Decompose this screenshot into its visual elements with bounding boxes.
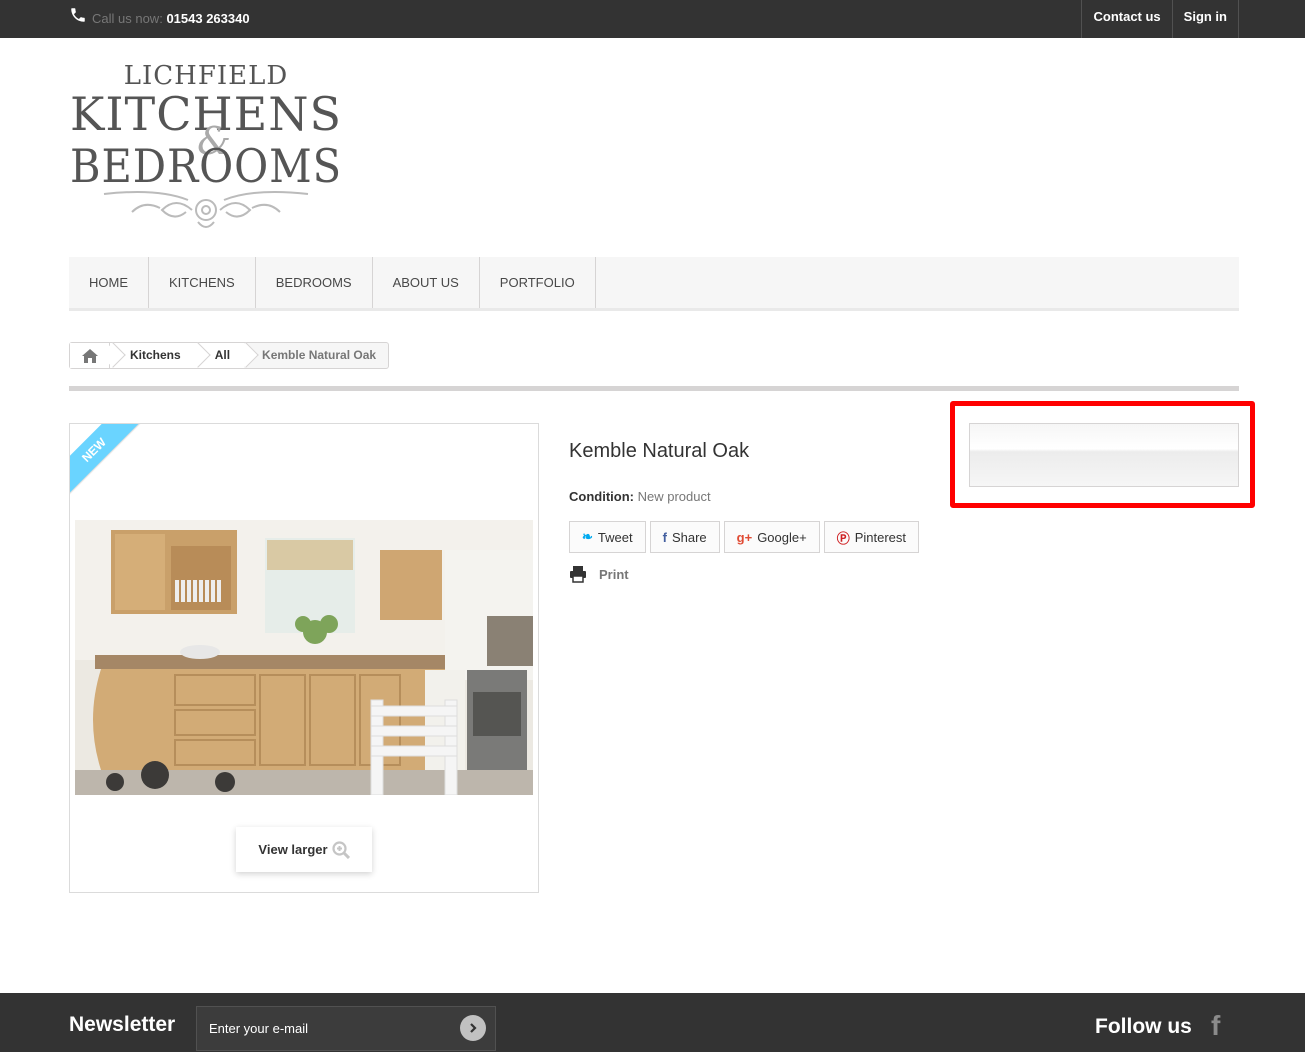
newsletter-title: Newsletter <box>69 1013 176 1036</box>
home-icon <box>81 348 98 363</box>
product-image-box: New <box>69 423 539 893</box>
google-plus-label: Google+ <box>757 529 807 545</box>
pinterest-button[interactable]: Ⓟ Pinterest <box>823 521 920 553</box>
nav-kitchens[interactable]: KITCHENS <box>149 257 256 308</box>
share-label: Share <box>671 529 707 545</box>
social-sharing: ❧ Tweet f Share g+ Google+ Ⓟ Pinterest <box>569 521 920 553</box>
tweet-button[interactable]: ❧ Tweet <box>569 521 646 553</box>
breadcrumb-kitchens[interactable]: Kitchens <box>110 343 195 368</box>
new-badge: New <box>70 424 146 502</box>
top-bar: Call us now: 01543 263340 Contact us Sig… <box>0 0 1305 38</box>
twitter-icon: ❧ <box>582 529 593 544</box>
product-title: Kemble Natural Oak <box>569 440 750 462</box>
call-label: Call us now: <box>92 11 163 26</box>
newsletter-submit-button[interactable] <box>460 1015 486 1041</box>
call-us-text: Call us now: 01543 263340 <box>92 11 250 26</box>
product-image[interactable] <box>75 520 533 795</box>
nav-about-us[interactable]: ABOUT US <box>373 257 480 308</box>
condition-value: New product <box>637 489 711 504</box>
condition-label: Condition: <box>569 489 634 504</box>
pinterest-icon: Ⓟ <box>836 530 850 546</box>
sign-in-link[interactable]: Sign in <box>1171 0 1239 38</box>
view-larger-button[interactable]: View larger <box>236 827 372 872</box>
nav-home[interactable]: HOME <box>69 257 149 308</box>
main-menu: HOME KITCHENS BEDROOMS ABOUT US PORTFOLI… <box>69 257 1239 311</box>
svg-text:BEDROOMS: BEDROOMS <box>70 139 342 193</box>
share-button[interactable]: f Share <box>649 521 720 553</box>
google-plus-icon: g+ <box>736 529 753 545</box>
nav-bedrooms[interactable]: BEDROOMS <box>256 257 373 308</box>
chevron-right-icon <box>470 1023 477 1033</box>
nav-portfolio[interactable]: PORTFOLIO <box>480 257 596 308</box>
tweet-label: Tweet <box>597 529 633 545</box>
newsletter-email-input[interactable] <box>196 1006 496 1051</box>
breadcrumb-current: Kemble Natural Oak <box>244 343 388 368</box>
facebook-icon[interactable]: f <box>1211 1012 1227 1040</box>
buy-block <box>969 423 1239 487</box>
contact-us-link[interactable]: Contact us <box>1081 0 1171 38</box>
phone-icon <box>71 8 85 22</box>
facebook-icon: f <box>662 529 667 545</box>
breadcrumb: Kitchens All Kemble Natural Oak <box>69 342 390 369</box>
content-divider <box>69 386 1239 391</box>
store-logo[interactable]: LICHFIELD KITCHENS & BEDROOMS <box>68 58 344 238</box>
zoom-icon <box>331 840 350 859</box>
print-link[interactable]: Print <box>569 565 629 583</box>
view-larger-label: View larger <box>258 842 328 857</box>
pinterest-label: Pinterest <box>854 529 907 545</box>
print-icon <box>570 566 586 583</box>
print-label: Print <box>599 566 629 582</box>
product-condition: Condition: New product <box>569 489 711 504</box>
phone-number: 01543 263340 <box>166 11 250 26</box>
follow-us-title: Follow us <box>1095 1015 1192 1038</box>
header-links: Contact us Sign in <box>1081 0 1239 38</box>
google-plus-button[interactable]: g+ Google+ <box>723 521 820 553</box>
